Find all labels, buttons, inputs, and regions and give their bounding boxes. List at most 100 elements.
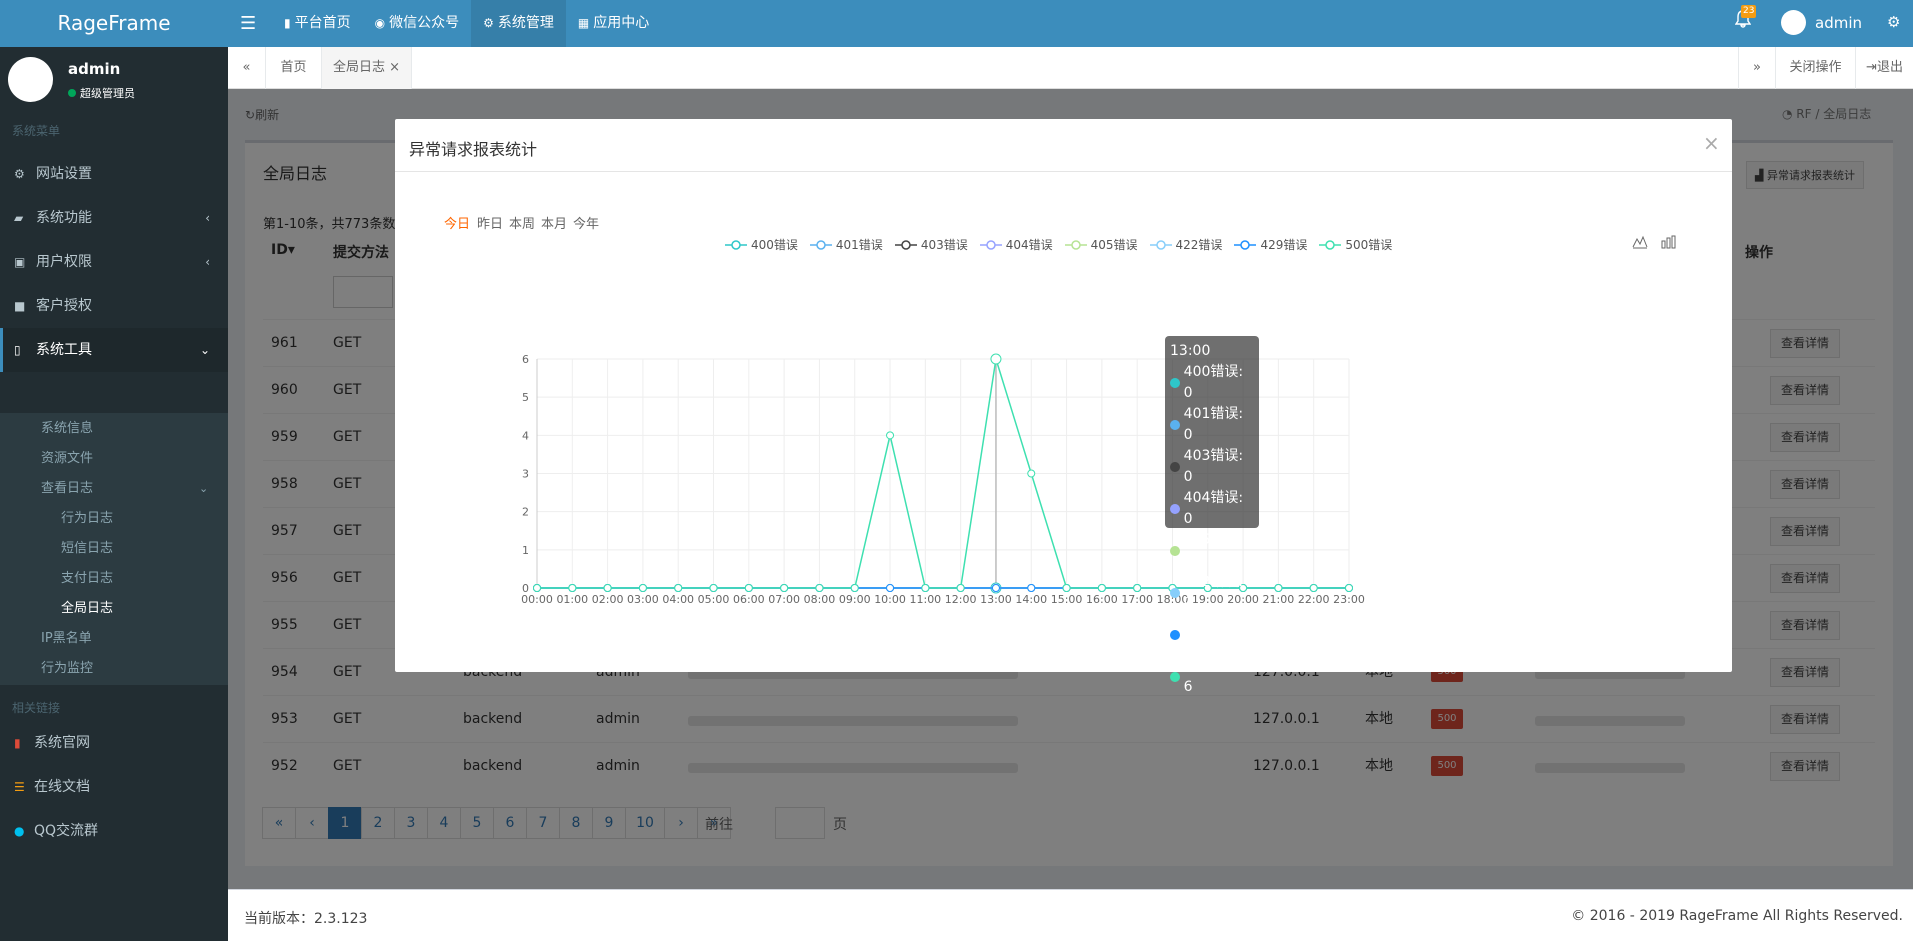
sidebar-link-official[interactable]: ▮ 系统官网	[0, 721, 228, 765]
data-point	[744, 584, 753, 592]
period-this-year[interactable]: 今年	[573, 213, 599, 232]
chevron-down-icon: ⌄	[199, 343, 210, 357]
sidebar-sub-view-logs[interactable]: 查看日志 ⌄	[41, 474, 221, 504]
stats-modal: 异常请求报表统计 × 今日 昨日 本周 本月 今年 400错误 401错误 403错…	[395, 119, 1732, 695]
tooltip-row: 422错误: 0	[1170, 572, 1254, 614]
legend-item[interactable]: 422错误	[1149, 236, 1222, 253]
chevron-down-icon: ⌄	[199, 482, 209, 495]
series-dot-icon	[1170, 504, 1180, 514]
sidebar-sub-action-log[interactable]: 行为日志	[61, 504, 113, 534]
y-tick-label: 1	[522, 544, 529, 557]
close-ops-button[interactable]: 关闭操作	[1776, 47, 1856, 89]
cogs-icon: ⚙	[483, 16, 494, 30]
topnav-item-wechat[interactable]: ◉ 微信公众号	[363, 0, 471, 47]
period-today[interactable]: 今日	[444, 213, 470, 232]
tooltip-row: 405错误: 0	[1170, 530, 1254, 572]
tab-global-log[interactable]: 全局日志 ×	[322, 47, 412, 89]
modal-title: 异常请求报表统计	[409, 140, 538, 159]
data-point	[921, 584, 930, 592]
series-dot-icon	[1170, 378, 1180, 388]
tabs-scroll-right-icon[interactable]: »	[1738, 47, 1776, 89]
sidebar-sub-sms-log[interactable]: 短信日志	[61, 534, 113, 564]
x-tick-label: 02:00	[592, 593, 624, 606]
x-tick-label: 11:00	[909, 593, 941, 606]
sidebar-sub-global-log[interactable]: 全局日志	[61, 594, 113, 624]
briefcase-icon: ▰	[14, 211, 24, 225]
close-icon[interactable]: ×	[389, 60, 400, 75]
legend-item[interactable]: 401错误	[809, 236, 883, 253]
online-dot-icon	[68, 89, 76, 97]
sidebar-user-name: admin	[68, 60, 121, 78]
data-point	[1345, 584, 1353, 592]
data-point	[886, 431, 895, 440]
topnav-item-system[interactable]: ⚙ 系统管理	[471, 0, 566, 47]
user-name[interactable]: admin	[1815, 0, 1862, 47]
footer: 当前版本：2.3.123 © 2016 - 2019 RageFrame All…	[228, 889, 1913, 941]
line-chart[interactable]: 012345600:00 01:00 02:00 03:00 04:00 05:00 06:…	[395, 259, 1732, 639]
data-point	[850, 584, 859, 592]
sidebar-header-links: 相关链接	[12, 701, 61, 715]
tooltip-row: 400错误: 0	[1170, 362, 1254, 404]
sidebar-item-site-settings[interactable]: ⚙ 网站设置	[0, 152, 228, 196]
sidebar-item-user-permissions[interactable]: ▣ 用户权限 ‹	[0, 240, 228, 284]
x-tick-label: 09:00	[839, 593, 871, 606]
series-dot-icon	[1170, 630, 1180, 640]
period-this-week[interactable]: 本周	[509, 213, 535, 232]
close-icon[interactable]: ×	[1703, 131, 1720, 155]
sidebar: admin 超级管理员 系统菜单 ⚙ 网站设置 ▰ 系统功能 ‹ ▣ 用户权限 ‹ ■ 客户…	[0, 47, 228, 941]
sidebar-avatar	[8, 57, 53, 102]
sidebar-link-qq[interactable]: ● QQ交流群	[0, 809, 228, 853]
x-tick-label: 14:00	[1015, 593, 1047, 606]
tabs-scroll-left-icon[interactable]: «	[228, 47, 266, 89]
x-tick-label: 17:00	[1121, 593, 1153, 606]
sidebar-item-system-tools[interactable]: ▯ 系统工具 ⌄	[0, 328, 228, 372]
legend-item[interactable]: 429错误	[1234, 236, 1307, 253]
x-tick-label: 01:00	[556, 593, 588, 606]
sidebar-sub-pay-log[interactable]: 支付日志	[61, 564, 113, 594]
sidebar-sub-ip-blacklist[interactable]: IP黑名单	[41, 624, 92, 654]
chart-legend: 400错误 401错误 403错误 404错误 405错误 422错误 429错误 500错误	[725, 236, 1404, 253]
legend-line-icon	[979, 239, 1002, 250]
legend-item[interactable]: 405错误	[1064, 236, 1138, 253]
bar-chart-switch-icon[interactable]	[1660, 235, 1676, 253]
data-point	[709, 584, 718, 592]
x-tick-label: 00:00	[521, 593, 553, 606]
tooltip-row: 401错误: 0	[1170, 404, 1254, 446]
sidebar-toggle-icon[interactable]: ☰	[240, 0, 258, 47]
period-yesterday[interactable]: 昨日	[477, 213, 503, 232]
period-this-month[interactable]: 本月	[541, 213, 567, 232]
sidebar-link-docs[interactable]: ☰ 在线文档	[0, 765, 228, 809]
data-point	[1133, 584, 1142, 592]
data-point	[990, 353, 1002, 365]
notification-badge: 23	[1741, 5, 1757, 18]
data-point	[674, 584, 683, 592]
tabs-bar: « 首页 全局日志 × » 关闭操作 ⇥退出	[228, 47, 1913, 89]
sidebar-item-client-auth[interactable]: ■ 客户授权	[0, 284, 228, 328]
topnav-item-home[interactable]: ▮ 平台首页	[272, 0, 363, 47]
topnav-item-apps[interactable]: ▦ 应用中心	[566, 0, 661, 47]
legend-line-icon	[1319, 239, 1342, 250]
legend-item[interactable]: 400错误	[725, 236, 798, 253]
sidebar-sub-behavior-monitor[interactable]: 行为监控	[41, 654, 93, 684]
data-point	[638, 584, 647, 592]
line-chart-switch-icon[interactable]	[1632, 235, 1648, 253]
lock-icon: ▣	[14, 255, 26, 269]
sidebar-item-system-functions[interactable]: ▰ 系统功能 ‹	[0, 196, 228, 240]
sidebar-sub-resource-files[interactable]: 资源文件	[41, 444, 93, 474]
legend-item[interactable]: 500错误	[1319, 236, 1392, 253]
square-icon: ■	[14, 299, 26, 313]
data-point	[568, 584, 577, 592]
legend-item[interactable]: 403错误	[894, 236, 968, 253]
legend-item[interactable]: 404错误	[979, 236, 1053, 253]
data-point	[1274, 584, 1283, 592]
data-point	[1309, 584, 1318, 592]
data-point	[1027, 469, 1036, 478]
app-logo[interactable]: RageFrame	[0, 0, 228, 47]
file-icon: ▯	[14, 343, 21, 357]
settings-cogs-icon[interactable]: ⚙	[1887, 13, 1900, 31]
sidebar-sub-system-info[interactable]: 系统信息	[41, 414, 93, 444]
legend-line-icon	[1149, 239, 1172, 250]
user-avatar[interactable]	[1781, 10, 1806, 35]
logout-button[interactable]: ⇥退出	[1856, 47, 1913, 89]
tab-home[interactable]: 首页	[266, 47, 322, 89]
